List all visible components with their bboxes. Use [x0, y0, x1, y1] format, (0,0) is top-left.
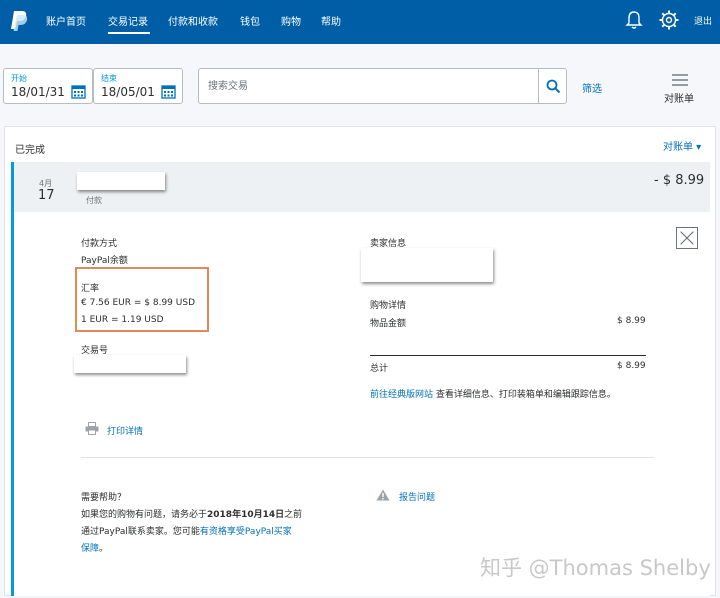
transaction-row[interactable]: 4月 17 付款 - $ 8.99 — [11, 162, 710, 212]
start-date-field[interactable]: 开始 18/01/31 — [3, 68, 93, 104]
print-details-link[interactable]: 打印详情 — [107, 424, 143, 437]
search-button[interactable] — [538, 69, 567, 103]
start-date-label: 开始 — [11, 74, 27, 83]
exchange-rate-line-1: € 7.56 EUR = $ 8.99 USD — [81, 298, 195, 308]
classic-site-text: 查看详细信息、打印装箱单和编辑跟踪信息。 — [433, 390, 616, 400]
purchase-details-label: 购物详情 — [370, 301, 407, 311]
filter-bar: 开始 18/01/31 结束 18/05/01 筛选 对账单 — [0, 44, 720, 120]
help-line-1: 如果您的购物有问题，请务必于2018年10月14日之前 — [81, 507, 321, 524]
help-line-3: 保障。 — [81, 541, 321, 558]
statement-button-label[interactable]: 对账单 — [664, 90, 694, 105]
close-icon[interactable] — [676, 227, 698, 249]
redacted-merchant-name — [77, 172, 165, 190]
help-deadline-date: 2018年10月14日 — [207, 510, 285, 520]
watermark: 知乎 @Thomas Shelby — [480, 556, 711, 580]
gear-icon[interactable] — [658, 9, 680, 31]
filter-link[interactable]: 筛选 — [582, 80, 602, 95]
total-label: 总计 — [370, 364, 389, 374]
transaction-type: 付款 — [86, 196, 102, 205]
buyer-protection-link-cont[interactable]: 保障 — [81, 544, 99, 554]
help-divider — [81, 457, 654, 458]
top-nav-bar: 账户首页 交易记录 付款和收款 钱包 购物 帮助 退出 — [0, 0, 720, 44]
item-amount-value: $ 8.99 — [617, 316, 646, 326]
search-input[interactable] — [199, 69, 539, 103]
help-line-1-pre: 如果您的购物有问题，请务必于 — [81, 510, 208, 520]
item-amount-label: 物品金额 — [370, 319, 407, 329]
help-section: 需要帮助？ 如果您的购物有问题，请务必于2018年10月14日之前 通过PayP… — [81, 490, 321, 558]
end-date-label: 结束 — [101, 74, 117, 83]
nav-item-send-receive[interactable]: 付款和收款 — [168, 13, 218, 28]
help-line-3-post: 。 — [99, 544, 109, 554]
statement-dropdown[interactable]: 对账单 ▾ — [663, 138, 701, 153]
help-line-2: 通过PayPal联系卖家。您可能有资格享受PayPal买家 — [81, 524, 321, 541]
transaction-details-panel: 付款方式 PayPal余额 汇率 € 7.56 EUR = $ 8.99 USD… — [11, 212, 710, 596]
buyer-protection-link[interactable]: 有资格享受PayPal买家 — [200, 527, 292, 537]
start-date-value: 18/01/31 — [11, 85, 65, 99]
nav-item-wallet[interactable]: 钱包 — [240, 13, 260, 28]
paypal-logo-icon[interactable] — [9, 10, 29, 32]
total-divider — [370, 355, 646, 356]
search-icon — [546, 79, 561, 94]
completed-section-title: 已完成 — [15, 145, 45, 156]
payment-method-value: PayPal余额 — [81, 256, 128, 266]
statement-icon[interactable] — [672, 74, 688, 86]
end-date-field[interactable]: 结束 18/05/01 — [93, 68, 183, 104]
printer-icon — [85, 422, 99, 435]
redacted-transaction-id — [74, 355, 186, 373]
exchange-rate-line-2: 1 EUR = 1.19 USD — [81, 315, 164, 325]
nav-active-indicator — [108, 32, 150, 34]
report-problem-link[interactable]: 报告问题 — [399, 490, 435, 503]
help-line-1-post: 之前 — [284, 510, 303, 520]
help-title: 需要帮助？ — [81, 493, 127, 503]
end-date-value: 18/05/01 — [101, 85, 155, 99]
calendar-icon[interactable] — [161, 84, 176, 99]
classic-site-link[interactable]: 前往经典版网站 — [370, 390, 433, 400]
redacted-seller-info — [361, 248, 493, 282]
exchange-rate-label: 汇率 — [81, 284, 100, 294]
transaction-amount: - $ 8.99 — [654, 173, 705, 188]
total-value: $ 8.99 — [617, 361, 646, 371]
classic-site-row: 前往经典版网站 查看详细信息、打印装箱单和编辑跟踪信息。 — [370, 387, 616, 400]
transaction-day: 17 — [38, 188, 55, 203]
nav-item-activity[interactable]: 交易记录 — [108, 13, 148, 28]
warning-icon — [376, 489, 390, 501]
calendar-icon[interactable] — [71, 84, 86, 99]
logout-link[interactable]: 退出 — [694, 14, 712, 27]
payment-method-label: 付款方式 — [81, 239, 118, 249]
search-box — [198, 68, 567, 104]
help-line-2-pre: 通过PayPal联系卖家。您可能 — [81, 527, 200, 537]
bell-icon[interactable] — [623, 9, 645, 31]
nav-item-help[interactable]: 帮助 — [321, 13, 341, 28]
activity-card: 已完成 对账单 ▾ 4月 17 付款 - $ 8.99 付款方式 PayPal余… — [4, 126, 716, 596]
nav-item-shopping[interactable]: 购物 — [281, 13, 301, 28]
nav-item-account-home[interactable]: 账户首页 — [46, 13, 86, 28]
